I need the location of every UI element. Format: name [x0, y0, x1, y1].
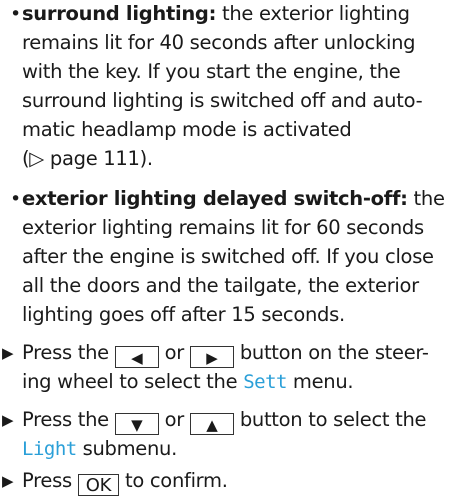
bullet-dot: •	[10, 188, 21, 210]
left-arrow-key[interactable]: ◀	[114, 346, 159, 368]
up-arrow-key[interactable]: ▲	[189, 413, 234, 435]
manual-page: • surround lighting: the exterior lighti…	[0, 0, 463, 499]
text-line: exterior lighting remains lit for 60 sec…	[22, 216, 424, 239]
step-arrow-icon: ▶	[2, 472, 14, 490]
text-line: ing wheel to select the Sett menu.	[22, 370, 354, 393]
text-line: after the engine is switched off. If you…	[22, 245, 434, 268]
text-line: Press OK to confirm.	[22, 469, 228, 496]
text-line: remains lit for 40 seconds after unlocki…	[22, 31, 416, 54]
text-line: Press the ◀ or ▶ button on the steer-	[22, 341, 429, 368]
term-delayed-switch-off: exterior lighting delayed switch-off:	[22, 187, 408, 210]
step-arrow-icon: ▶	[2, 411, 14, 429]
step-arrow-icon: ▶	[2, 344, 14, 362]
text-line: surround lighting is switched off and au…	[22, 89, 423, 112]
right-arrow-key[interactable]: ▶	[189, 346, 234, 368]
text-line: all the doors and the tailgate, the exte…	[22, 274, 419, 297]
text-line: surround lighting: the exterior lighting	[22, 2, 410, 25]
text-line: Press the ▼ or ▲ button to select the	[22, 408, 427, 435]
bullet-dot: •	[10, 3, 21, 25]
term-surround-lighting: surround lighting:	[22, 2, 217, 25]
text-line: exterior lighting delayed switch-off: th…	[22, 187, 445, 210]
submenu-name-light: Light	[22, 438, 77, 460]
ok-key[interactable]: OK	[77, 474, 120, 496]
down-arrow-key[interactable]: ▼	[114, 413, 159, 435]
text-line: lighting goes off after 15 seconds.	[22, 303, 345, 326]
menu-name-sett: Sett	[243, 371, 287, 393]
text-line: Light submenu.	[22, 437, 178, 460]
text-line: with the key. If you start the engine, t…	[22, 60, 401, 83]
page-reference[interactable]: (▷ page 111).	[22, 145, 153, 174]
text-line: matic headlamp mode is activated	[22, 118, 352, 141]
